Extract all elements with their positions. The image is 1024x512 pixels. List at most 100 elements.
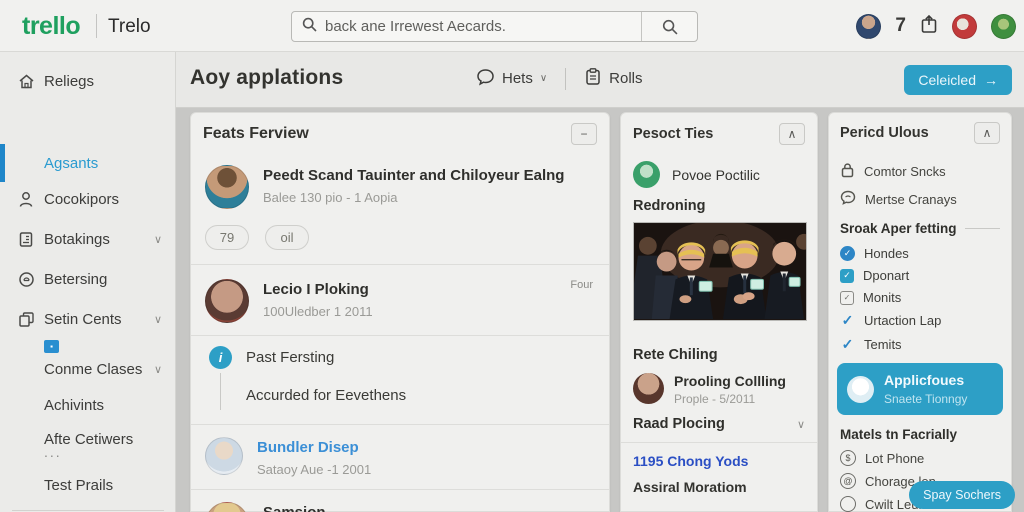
list-item[interactable]: $ Lot Phone (840, 450, 1000, 466)
cta-subtitle: Snaete Tionngy (884, 392, 968, 406)
square-check-icon: ✓ (840, 268, 854, 283)
person-body: Prooling Collling Prople - 5/2011 (674, 373, 786, 406)
collapse-button[interactable]: ∧ (779, 123, 805, 145)
user-avatar[interactable] (991, 13, 1016, 39)
sidebar-item-agsants[interactable]: Agsants (0, 148, 176, 178)
copy-stack-icon (16, 311, 36, 328)
avatar (205, 437, 243, 475)
note-item[interactable]: i Past Fersting Accurded for Eevethens (191, 336, 609, 424)
ellipsis-icon: ... (44, 444, 62, 460)
card-subtitle: Sataoy Aue -1 2001 (257, 462, 372, 477)
collapse-button[interactable]: − (571, 123, 597, 145)
checkbox-item[interactable]: ✓ Temits (840, 336, 1000, 353)
user-avatar[interactable] (952, 13, 977, 39)
circle-icon (840, 496, 856, 512)
checkbox-label: Monits (863, 290, 902, 305)
help-glyph[interactable]: 7 (895, 15, 906, 37)
sidebar-item-betersing[interactable]: Betersing (0, 264, 176, 294)
chong-yods-link[interactable]: 1195 Chong Yods (633, 453, 805, 469)
avatar (847, 375, 874, 403)
checkbox-item[interactable]: ✓ Monits (840, 290, 1000, 305)
search-box[interactable] (291, 11, 698, 42)
tag-pill[interactable]: 79 (205, 225, 249, 250)
checkbox-item[interactable]: ✓ Urtaction Lap (840, 312, 1000, 329)
trello-logo[interactable]: trello (22, 12, 81, 41)
sidebar-item-label: Botakings (44, 230, 110, 248)
chevron-down-icon: ∨ (153, 313, 162, 326)
chevron-up-icon: ∧ (982, 126, 992, 140)
checkbox-label: Temits (864, 337, 902, 352)
page-title: Aoy applations (190, 66, 344, 89)
check-icon: ✓ (841, 312, 854, 328)
clipboard-icon (584, 67, 602, 90)
section-line (964, 228, 1000, 229)
sidebar-item-afte-cetiwers[interactable]: Afte Cetiwers (0, 424, 176, 454)
section-divider: Sroak Aper fetting (840, 221, 1000, 236)
list-item[interactable]: Mertse Cranays (840, 190, 1000, 208)
spay-sochers-button[interactable]: Spay Sochers (909, 481, 1015, 509)
period-panel: Pericd Ulous ∧ Comtor Sncks Mertse Crana… (828, 112, 1015, 512)
person-subtitle: Prople - 5/2011 (674, 392, 756, 406)
collapse-button[interactable]: ∧ (974, 122, 1000, 144)
person-name: Prooling Collling (674, 373, 786, 389)
applicfoues-button[interactable]: Applicfoues Snaete Tionngy (837, 363, 1003, 415)
note-body: Accurded for Eevethens (209, 373, 595, 410)
dollar-icon: $ (840, 450, 856, 466)
rolls-button[interactable]: Rolls (584, 67, 643, 90)
checkbox-item[interactable]: ✓ Hondes (840, 246, 1000, 261)
sidebar-item-test-prails[interactable]: Test Prails (0, 470, 176, 500)
sidebar-item-achivints[interactable]: Achivints (0, 390, 176, 420)
page-header: Aoy applations Hets ∨ Rolls Celeicled → (176, 52, 1024, 108)
tag-pill[interactable]: oil (265, 225, 309, 250)
sidebar-item-reliegs[interactable]: Reliegs (0, 66, 176, 96)
card-body: Samsion Weoganen 112011 (263, 502, 595, 512)
crowd-photo (633, 222, 807, 321)
celeicled-button[interactable]: Celeicled → (904, 65, 1012, 95)
badge-icon: ▪ (44, 340, 59, 353)
rolls-label: Rolls (609, 70, 643, 87)
feed-card[interactable]: Peedt Scand Tauinter and Chiloyeur Ealng… (191, 155, 609, 219)
feed-card[interactable]: Lecio I Ploking 100Uledber 1 2011 Four (191, 265, 609, 335)
note-thread-line (220, 373, 221, 410)
sidebar-item-cocokipors[interactable]: Cocokipors (0, 184, 176, 214)
project-panel-header: Pesoct Ties ∧ (633, 113, 805, 155)
card-title: Lecio I Ploking (263, 281, 369, 298)
sidebar-item-conme-clases[interactable]: Conme Clases ∨ (0, 354, 176, 384)
member-name: Povoe Poctilic (672, 166, 760, 183)
share-icon[interactable] (920, 14, 938, 39)
topbar-actions: 7 (856, 0, 1016, 52)
checkbox-item[interactable]: ✓ Dponart (840, 268, 1000, 283)
sidebar-item-setin-cents[interactable]: Setin Cents ∨ (0, 304, 176, 334)
header-tools: Hets ∨ Rolls (476, 67, 643, 90)
hets-label: Hets (502, 70, 533, 87)
card-title: Peedt Scand Tauinter and Chiloyeur Ealng (263, 167, 565, 184)
sidebar-item-label: Test Prails (44, 476, 114, 494)
list-item-label: Lot Phone (865, 450, 925, 466)
sidebar-item-label: Agsants (44, 154, 99, 172)
sidebar-item-label: Setin Cents (44, 310, 122, 328)
feed-card[interactable]: Samsion Weoganen 112011 (191, 490, 609, 512)
feed-card[interactable]: Bundler Disep Sataoy Aue -1 2001 (191, 425, 609, 489)
section-title: Rete Chiling (633, 347, 718, 363)
panel-title: Pericd Ulous (840, 125, 929, 141)
member-row[interactable]: Povoe Poctilic (633, 161, 805, 188)
topbar: trello Trelo 7 (0, 0, 1024, 52)
project-panel: Pesoct Ties ∧ Povoe Poctilic Redroning R… (620, 112, 818, 512)
footer-label: Assiral Moratiom (633, 479, 747, 495)
sidebar-item-label: Reliegs (44, 72, 95, 90)
feed-panel: Feats Ferview − Peedt Scand Tauinter and… (190, 112, 610, 512)
list-item[interactable]: Comtor Sncks (840, 162, 1000, 181)
sidebar-item-label: Achivints (44, 396, 105, 414)
user-avatar[interactable] (856, 13, 882, 39)
chevron-up-icon: ∧ (787, 127, 797, 141)
sidebar: Reliegs Agsants Cocokipors Botakings ∨ B… (0, 52, 176, 512)
chevron-down-icon: ∨ (153, 363, 162, 376)
divider (621, 442, 817, 443)
person-row[interactable]: Prooling Collling Prople - 5/2011 (633, 373, 805, 406)
sidebar-item-botakings[interactable]: Botakings ∨ (0, 224, 176, 254)
hets-dropdown[interactable]: Hets ∨ (476, 68, 547, 90)
raad-plocing-expander[interactable]: Raad Plocing ∨ (633, 416, 805, 432)
card-title-link[interactable]: Bundler Disep (257, 439, 595, 456)
search-input[interactable] (325, 18, 641, 35)
search-submit-button[interactable] (641, 12, 697, 41)
